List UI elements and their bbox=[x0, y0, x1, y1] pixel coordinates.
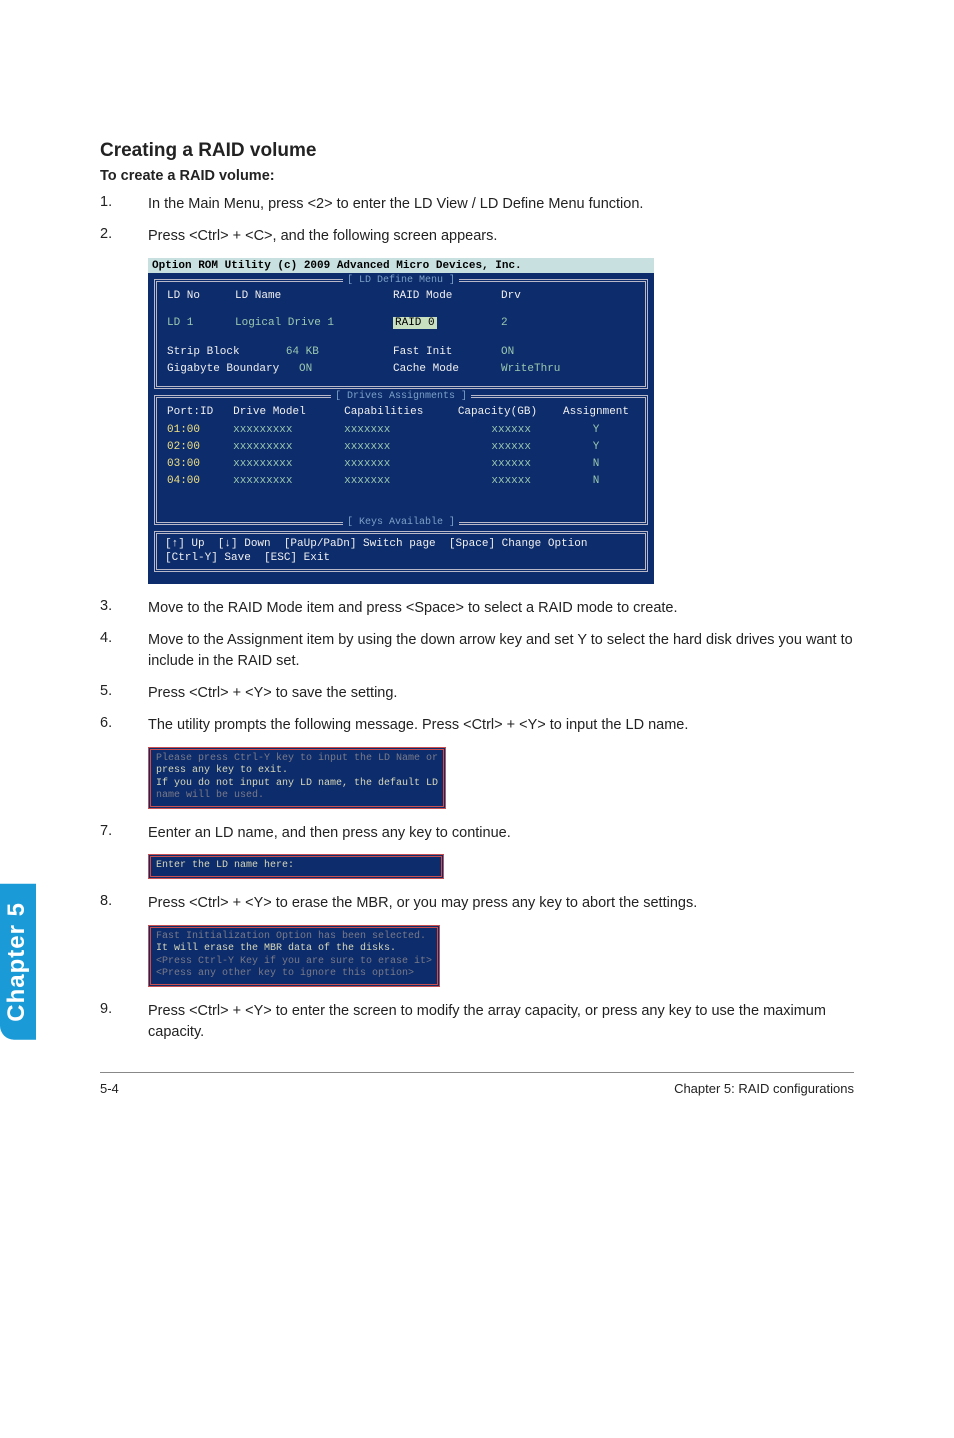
bios-cache-val: WriteThru bbox=[501, 363, 560, 375]
dialog-line: name will be used. bbox=[156, 790, 438, 803]
step-number: 1. bbox=[100, 194, 148, 216]
step-number: 3. bbox=[100, 598, 148, 620]
bios-panel-label: [ Drives Assignments ] bbox=[331, 391, 471, 403]
dialog-line: press any key to exit. bbox=[156, 765, 438, 778]
page-number: 5-4 bbox=[100, 1081, 119, 1096]
bios-cell: xxxxxx bbox=[458, 458, 561, 473]
bios-hdr-ldname: LD Name bbox=[235, 290, 391, 305]
dialog-line: <Press any other key to ignore this opti… bbox=[156, 968, 432, 981]
bios-cell: 04:00 bbox=[167, 475, 231, 490]
bios-cell: xxxxxxxxx bbox=[233, 475, 342, 490]
step-text: The utility prompts the following messag… bbox=[148, 715, 854, 737]
footer-rule bbox=[100, 1072, 854, 1073]
step-text: Press <Ctrl> + <Y> to save the setting. bbox=[148, 683, 854, 705]
dialog-line: It will erase the MBR data of the disks. bbox=[156, 943, 432, 956]
dialog-line: If you do not input any LD name, the def… bbox=[156, 778, 438, 791]
bios-cell: N bbox=[563, 458, 635, 473]
chapter-side-tab: Chapter 5 bbox=[0, 884, 36, 1040]
step-number: 6. bbox=[100, 715, 148, 737]
bios-col-cap: Capabilities bbox=[344, 406, 456, 421]
bios-cache-lbl: Cache Mode bbox=[393, 363, 459, 375]
bios-fastinit-val: ON bbox=[501, 346, 514, 358]
bios-col-model: Drive Model bbox=[233, 406, 342, 421]
bios-stripblock-lbl: Strip Block bbox=[167, 346, 240, 358]
bios-panel-label: [ LD Define Menu ] bbox=[343, 275, 459, 287]
bios-cell: Y bbox=[563, 441, 635, 456]
bios-cell: 02:00 bbox=[167, 441, 231, 456]
step-number: 2. bbox=[100, 226, 148, 248]
bios-panel-label: [ Keys Available ] bbox=[343, 517, 459, 529]
step-number: 8. bbox=[100, 893, 148, 915]
bios-keys-line: [Ctrl-Y] Save [ESC] Exit bbox=[165, 552, 637, 565]
bios-raidmode-val: RAID 0 bbox=[393, 317, 437, 329]
bios-dialog: Fast Initialization Option has been sele… bbox=[148, 925, 440, 987]
dialog-line: Please press Ctrl-Y key to input the LD … bbox=[156, 753, 438, 766]
bios-cell: xxxxxxx bbox=[344, 441, 456, 456]
bios-screenshot: Option ROM Utility (c) 2009 Advanced Mic… bbox=[148, 258, 654, 584]
step-text: Press <Ctrl> + <Y> to enter the screen t… bbox=[148, 1001, 854, 1045]
step-text: Eenter an LD name, and then press any ke… bbox=[148, 823, 854, 845]
dialog-line: <Press Ctrl-Y Key if you are sure to era… bbox=[156, 956, 432, 969]
bios-title: Option ROM Utility (c) 2009 Advanced Mic… bbox=[148, 258, 654, 273]
bios-hdr-ldno: LD No bbox=[167, 290, 233, 305]
bios-stripblock-val: 64 KB bbox=[286, 346, 319, 358]
step-text: Move to the RAID Mode item and press <Sp… bbox=[148, 598, 854, 620]
bios-keys-line: [↑] Up [↓] Down [PaUp/PaDn] Switch page … bbox=[165, 538, 637, 551]
dialog-line: Fast Initialization Option has been sele… bbox=[156, 931, 432, 944]
bios-col-size: Capacity(GB) bbox=[458, 406, 561, 421]
bios-cell: xxxxxx bbox=[458, 424, 561, 439]
bios-cell: N bbox=[563, 475, 635, 490]
step-number: 5. bbox=[100, 683, 148, 705]
step-text: Press <Ctrl> + <C>, and the following sc… bbox=[148, 226, 854, 248]
bios-col-assign: Assignment bbox=[563, 406, 635, 421]
bios-hdr-drv: Drv bbox=[501, 290, 635, 305]
step-text: In the Main Menu, press <2> to enter the… bbox=[148, 194, 854, 216]
bios-gig-val: ON bbox=[299, 363, 312, 375]
step-number: 9. bbox=[100, 1001, 148, 1045]
bios-cell: xxxxxxx bbox=[344, 475, 456, 490]
step-text: Move to the Assignment item by using the… bbox=[148, 630, 854, 674]
bios-hdr-raidmode: RAID Mode bbox=[393, 290, 499, 305]
bios-cell: xxxxxx bbox=[458, 441, 561, 456]
bios-cell: xxxxxxxxx bbox=[233, 424, 342, 439]
footer-chapter-title: Chapter 5: RAID configurations bbox=[674, 1081, 854, 1096]
dialog-line: Enter the LD name here: bbox=[156, 860, 436, 873]
step-text: Press <Ctrl> + <Y> to erase the MBR, or … bbox=[148, 893, 854, 915]
bios-ld-row-name: Logical Drive 1 bbox=[235, 317, 391, 332]
bios-cell: xxxxxxx bbox=[344, 424, 456, 439]
bios-cell: xxxxxxxxx bbox=[233, 458, 342, 473]
step-number: 7. bbox=[100, 823, 148, 845]
bios-gig-lbl: Gigabyte Boundary bbox=[167, 363, 279, 375]
bios-cell: xxxxxxx bbox=[344, 458, 456, 473]
step-number: 4. bbox=[100, 630, 148, 674]
bios-cell: xxxxxxxxx bbox=[233, 441, 342, 456]
bios-cell: 03:00 bbox=[167, 458, 231, 473]
bios-cell: Y bbox=[563, 424, 635, 439]
bios-col-port: Port:ID bbox=[167, 406, 231, 421]
bios-dialog: Enter the LD name here: bbox=[148, 854, 444, 879]
bios-drv-val: 2 bbox=[501, 317, 635, 332]
section-title: Creating a RAID volume bbox=[100, 140, 854, 162]
bios-ld-row-no: LD 1 bbox=[167, 317, 233, 332]
bios-cell: xxxxxx bbox=[458, 475, 561, 490]
bios-fastinit-lbl: Fast Init bbox=[393, 346, 452, 358]
section-subhead: To create a RAID volume: bbox=[100, 168, 854, 184]
bios-dialog: Please press Ctrl-Y key to input the LD … bbox=[148, 747, 446, 809]
bios-cell: 01:00 bbox=[167, 424, 231, 439]
